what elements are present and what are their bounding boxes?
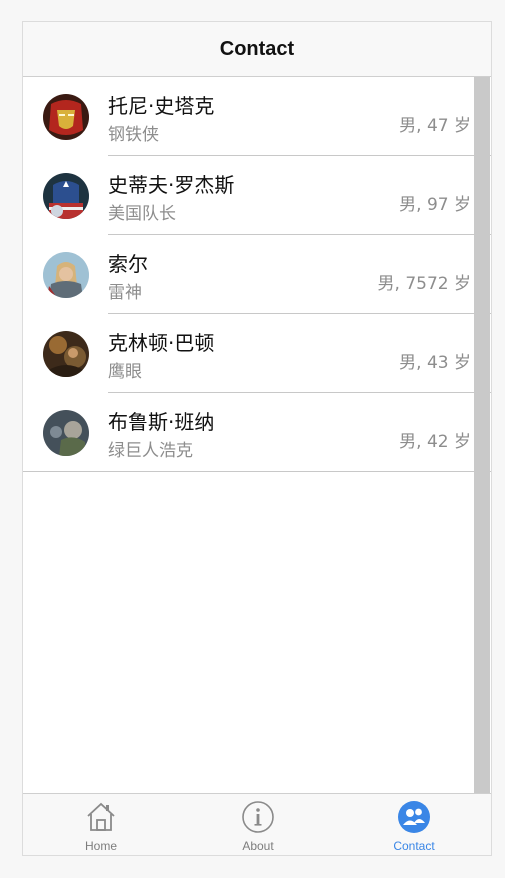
- home-icon: [87, 802, 115, 831]
- contact-list[interactable]: 托尼·史塔克 钢铁侠 男, 47 岁 史蒂夫·罗杰斯 美国队长 男, 97 岁: [23, 77, 491, 472]
- avatar: [43, 410, 89, 456]
- avatar: [43, 173, 89, 219]
- page-title: Contact: [219, 37, 295, 60]
- contact-meta: 男, 42 岁: [399, 432, 471, 452]
- contact-alias: 鹰眼: [108, 362, 142, 382]
- row-divider: [23, 471, 491, 472]
- contact-meta: 男, 97 岁: [399, 195, 471, 215]
- tab-home[interactable]: Home: [23, 794, 179, 855]
- contact-alias: 美国队长: [108, 204, 176, 224]
- tab-contact[interactable]: Contact: [336, 794, 492, 855]
- list-item[interactable]: 托尼·史塔克 钢铁侠 男, 47 岁: [23, 77, 491, 156]
- contact-name: 克林顿·巴顿: [108, 331, 215, 355]
- info-icon: [242, 801, 274, 833]
- tab-label: Contact: [393, 839, 435, 853]
- contact-name: 索尔: [108, 252, 148, 276]
- avatar: [43, 94, 89, 140]
- contact-meta: 男, 47 岁: [399, 116, 471, 136]
- contacts-icon: [398, 801, 430, 833]
- contact-meta: 男, 43 岁: [399, 353, 471, 373]
- contact-alias: 雷神: [108, 283, 142, 303]
- list-item[interactable]: 布鲁斯·班纳 绿巨人浩克 男, 42 岁: [23, 393, 491, 472]
- contact-alias: 钢铁侠: [108, 125, 159, 145]
- contact-name: 布鲁斯·班纳: [108, 410, 215, 434]
- app-frame: Contact 托尼·史塔克 钢铁侠 男, 47 岁 史蒂夫·罗杰斯 美国队长 …: [22, 21, 492, 856]
- list-item[interactable]: 史蒂夫·罗杰斯 美国队长 男, 97 岁: [23, 156, 491, 235]
- tab-label: About: [242, 839, 274, 853]
- contact-name: 史蒂夫·罗杰斯: [108, 173, 235, 197]
- tab-bar: Home About Contact: [23, 793, 491, 855]
- navbar: Contact: [23, 22, 491, 77]
- list-item[interactable]: 索尔 雷神 男, 7572 岁: [23, 235, 491, 314]
- contact-name: 托尼·史塔克: [108, 94, 215, 118]
- contact-meta: 男, 7572 岁: [377, 274, 471, 294]
- avatar: [43, 252, 89, 298]
- avatar: [43, 331, 89, 377]
- scrollbar[interactable]: [474, 77, 490, 796]
- list-item[interactable]: 克林顿·巴顿 鹰眼 男, 43 岁: [23, 314, 491, 393]
- tab-about[interactable]: About: [180, 794, 336, 855]
- tab-label: Home: [84, 839, 117, 853]
- contact-alias: 绿巨人浩克: [108, 441, 193, 461]
